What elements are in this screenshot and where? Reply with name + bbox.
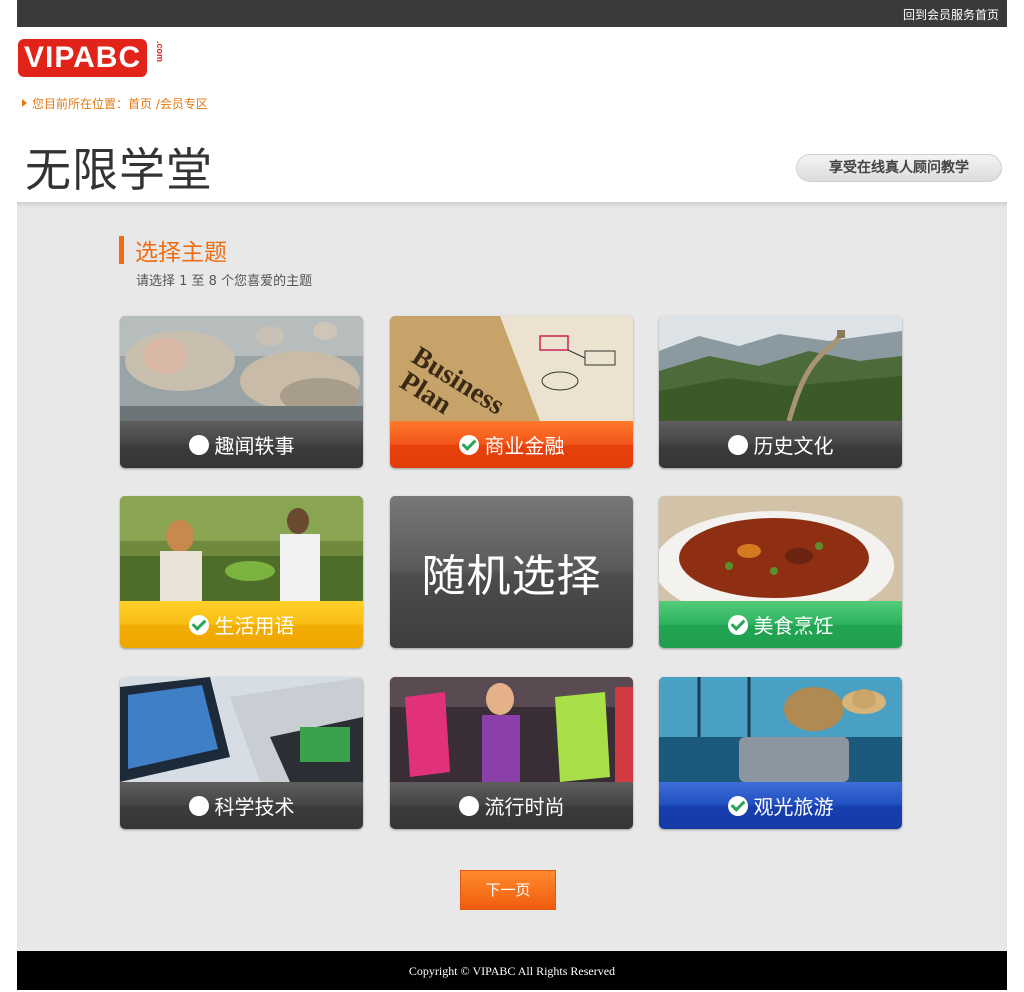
topic-tile-history[interactable]: 历史文化 [659,316,902,468]
logo-suffix: .com [155,41,165,63]
topic-name: 美食烹饪 [753,614,834,638]
grocery-couple-photo [120,496,363,601]
topic-tile-anecdotes[interactable]: 趣闻轶事 [120,316,363,468]
business-plan-photo: Business Plan [390,316,633,421]
checkmark-icon[interactable] [727,614,748,635]
topic-label: 生活用语 [120,601,363,648]
logo-text: VIPABC [18,39,148,77]
tagline-badge: 享受在线真人顾问教学 [796,154,1002,182]
tablet-phone-photo [120,677,363,782]
topic-label: 流行时尚 [390,782,633,829]
page-frame: 回到会员服务首页 VIPABC .com 您目前所在位置：首页 /会员专区 无限… [17,0,1007,990]
topic-label: 商业金融 [390,421,633,468]
radio-unchecked-icon[interactable] [458,795,479,816]
luggage-photo [659,677,902,782]
topic-name: 历史文化 [753,434,834,458]
radio-unchecked-icon[interactable] [188,795,209,816]
topic-tile-business[interactable]: Business Plan 商业金融 [390,316,633,468]
next-page-button[interactable]: 下一页 [460,870,556,910]
stew-bowl-photo [659,496,902,601]
checkmark-icon[interactable] [188,614,209,635]
page-title: 无限学堂 [25,143,213,197]
topic-tile-travel[interactable]: 观光旅游 [659,677,902,829]
top-bar: 回到会员服务首页 [17,0,1007,27]
radio-unchecked-icon[interactable] [188,434,209,455]
topic-label: 观光旅游 [659,782,902,829]
topic-tile-science[interactable]: 科学技术 [120,677,363,829]
topic-label: 科学技术 [120,782,363,829]
topic-name: 流行时尚 [484,795,565,819]
random-select-label: 随机选择 [421,551,602,602]
topic-tile-fashion[interactable]: 流行时尚 [390,677,633,829]
checkmark-icon[interactable] [727,795,748,816]
section-subtitle: 请选择 1 至 8 个您喜爱的主题 [136,274,313,289]
topic-selection-panel: 选择主题 请选择 1 至 8 个您喜爱的主题 趣闻轶事 Business Pla… [17,202,1007,951]
snow-monkey-photo [120,316,363,421]
breadcrumb-arrow-icon [22,99,27,107]
topic-tile-cooking[interactable]: 美食烹饪 [659,496,902,648]
topic-name: 观光旅游 [753,795,834,819]
checkmark-icon[interactable] [458,434,479,455]
great-wall-photo [659,316,902,421]
topic-name: 科学技术 [214,795,295,819]
breadcrumb-text[interactable]: 您目前所在位置：首页 /会员专区 [32,97,208,111]
topic-tile-daily-life[interactable]: 生活用语 [120,496,363,648]
topic-name: 商业金融 [484,434,565,458]
topic-label: 趣闻轶事 [120,421,363,468]
topic-label: 美食烹饪 [659,601,902,648]
section-accent-bar [119,236,124,264]
section-title: 选择主题 [135,240,227,266]
member-home-link[interactable]: 回到会员服务首页 [903,6,999,23]
clothing-store-photo [390,677,633,782]
breadcrumb: 您目前所在位置：首页 /会员专区 [22,95,208,112]
radio-unchecked-icon[interactable] [727,434,748,455]
vipabc-logo[interactable]: VIPABC .com [18,39,165,77]
footer-copyright: Copyright © VIPABC All Rights Reserved [17,951,1007,990]
topic-name: 生活用语 [214,614,295,638]
random-select-tile[interactable]: 随机选择 [390,496,633,648]
topic-name: 趣闻轶事 [214,434,295,458]
topic-label: 历史文化 [659,421,902,468]
